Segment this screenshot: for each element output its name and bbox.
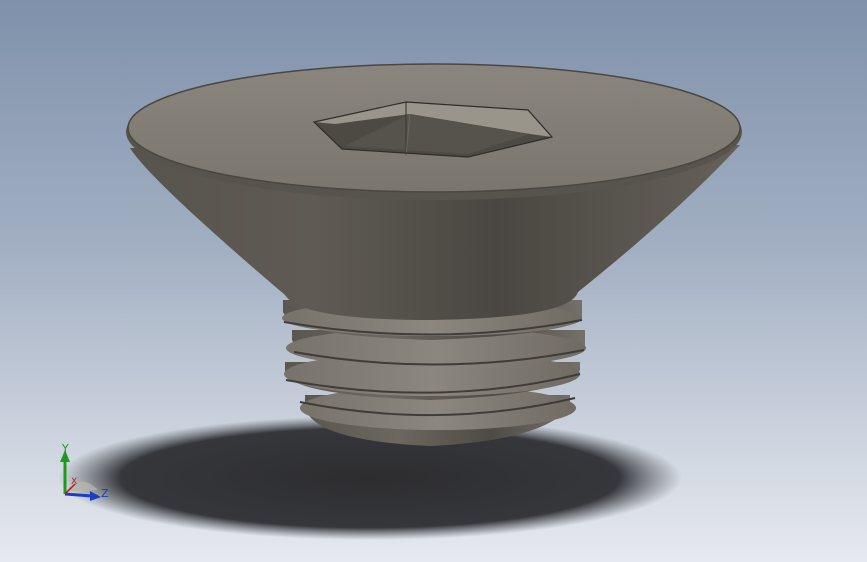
z-axis-arrowhead: [90, 491, 101, 501]
graphics-viewport[interactable]: Y Z X: [0, 0, 867, 562]
triad-plane-icon: [65, 481, 98, 492]
threaded-shank: [282, 300, 586, 446]
coordinate-triad[interactable]: [40, 432, 130, 522]
z-axis-arrow: [64, 492, 93, 498]
y-axis-label: Y: [62, 442, 69, 455]
z-axis-label: Z: [101, 487, 109, 500]
x-axis-label: X: [71, 477, 78, 487]
model-view[interactable]: [0, 0, 867, 562]
